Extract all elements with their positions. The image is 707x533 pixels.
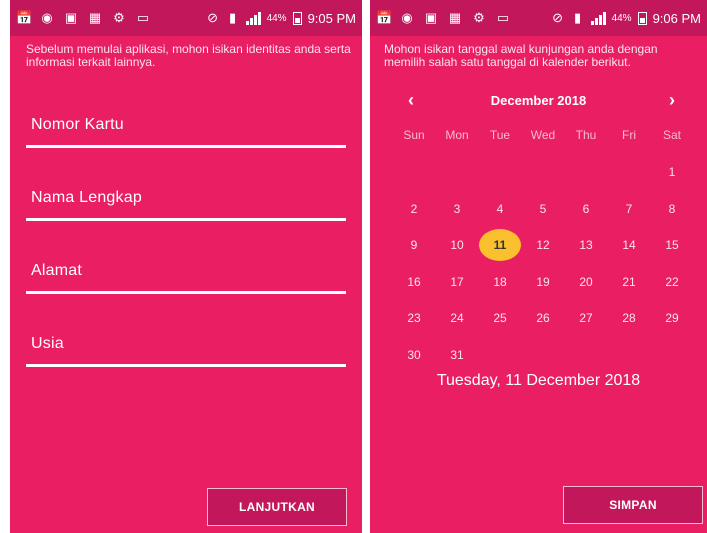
calendar-day[interactable]: 19	[523, 272, 563, 292]
field-underline	[26, 291, 346, 294]
mute-icon: ⊘	[207, 10, 219, 25]
field-underline	[26, 218, 346, 221]
battery-icon	[292, 11, 302, 25]
calendar-day[interactable]: 20	[566, 272, 606, 292]
settings-icon: ⚙	[113, 10, 125, 25]
field-label: Usia	[31, 335, 64, 352]
continue-button[interactable]: LANJUTKAN	[207, 488, 347, 526]
battery-percent: 44%	[611, 12, 632, 24]
calendar-day[interactable]: 24	[437, 308, 477, 328]
card-number-field[interactable]: Nomor Kartu	[26, 116, 346, 148]
status-bar: 📅 ◉ ▣ ▦ ⚙ ▭ ⊘ ▮ 44% 9:06 PM	[370, 0, 707, 36]
calendar-day[interactable]: 4	[480, 199, 520, 219]
image-icon: ▣	[64, 10, 78, 25]
calendar-header: ‹ December 2018 ›	[370, 88, 707, 112]
save-button[interactable]: SIMPAN	[563, 486, 703, 524]
calendar-day[interactable]: 13	[566, 235, 606, 255]
clock: 9:05 PM	[307, 10, 356, 26]
mute-icon: ⊘	[552, 10, 564, 25]
field-underline	[26, 145, 346, 148]
calendar-day[interactable]: 25	[480, 308, 520, 328]
chat-icon: ◉	[401, 10, 413, 25]
calendar-day[interactable]: 21	[609, 272, 649, 292]
calendar-icon: 📅	[16, 10, 33, 25]
calendar-icon: 📅	[376, 10, 393, 25]
signal-icon	[245, 11, 261, 25]
weekday-label: Tue	[489, 128, 511, 142]
intro-text: Mohon isikan tanggal awal kunjungan anda…	[384, 42, 658, 69]
weekday-label: Thu	[575, 128, 597, 142]
calendar-day[interactable]: 22	[652, 272, 692, 292]
chevron-right-icon[interactable]: ›	[669, 90, 675, 111]
calendar-day[interactable]: 16	[394, 272, 434, 292]
photo-icon: ▦	[448, 10, 462, 25]
age-field[interactable]: Usia	[26, 335, 346, 367]
nfc-icon: ▭	[496, 10, 510, 25]
clock: 9:06 PM	[652, 10, 701, 26]
battery-percent: 44%	[266, 12, 287, 24]
calendar-day[interactable]: 28	[609, 308, 649, 328]
selected-day[interactable]: 11	[479, 229, 521, 261]
selected-date-text: Tuesday, 11 December 2018	[436, 372, 641, 389]
calendar-day[interactable]: 18	[480, 272, 520, 292]
calendar-day[interactable]: 29	[652, 308, 692, 328]
calendar-day[interactable]: 27	[566, 308, 606, 328]
calendar-screen: 📅 ◉ ▣ ▦ ⚙ ▭ ⊘ ▮ 44% 9:06 PM Mohon isikan…	[370, 0, 707, 533]
calendar-day[interactable]: 30	[394, 345, 434, 365]
calendar-day[interactable]: 9	[394, 235, 434, 255]
calendar-day[interactable]: 7	[609, 199, 649, 219]
calendar-day[interactable]: 1	[652, 162, 692, 182]
intro-text: Sebelum memulai aplikasi, mohon isikan i…	[26, 42, 351, 69]
calendar-day[interactable]: 31	[437, 345, 477, 365]
nfc-icon: ▭	[136, 10, 150, 25]
weekday-label: Fri	[622, 128, 636, 142]
battery-icon	[637, 11, 647, 25]
calendar-day[interactable]: 12	[523, 235, 563, 255]
calendar-day[interactable]: 14	[609, 235, 649, 255]
calendar-day[interactable]: 6	[566, 199, 606, 219]
calendar-day[interactable]: 15	[652, 235, 692, 255]
calendar-day[interactable]: 17	[437, 272, 477, 292]
month-label: December 2018	[490, 93, 587, 108]
weekday-label: Mon	[445, 128, 469, 142]
sim-icon: ▮	[228, 10, 237, 25]
signal-icon	[590, 11, 606, 25]
settings-icon: ⚙	[473, 10, 485, 25]
calendar-day[interactable]: 5	[523, 199, 563, 219]
image-icon: ▣	[424, 10, 438, 25]
sim-icon: ▮	[573, 10, 582, 25]
weekday-label: Sun	[403, 128, 425, 142]
field-label: Nomor Kartu	[31, 116, 124, 133]
calendar-day[interactable]: 8	[652, 199, 692, 219]
field-label: Nama Lengkap	[31, 189, 142, 206]
calendar-day[interactable]: 10	[437, 235, 477, 255]
calendar-day[interactable]: 23	[394, 308, 434, 328]
full-name-field[interactable]: Nama Lengkap	[26, 189, 346, 221]
calendar-day[interactable]: 2	[394, 199, 434, 219]
calendar-day[interactable]: 3	[437, 199, 477, 219]
calendar-day[interactable]: 26	[523, 308, 563, 328]
chat-icon: ◉	[41, 10, 53, 25]
status-bar: 📅 ◉ ▣ ▦ ⚙ ▭ ⊘ ▮ 44% 9:05 PM	[10, 0, 362, 36]
address-field[interactable]: Alamat	[26, 262, 346, 294]
field-label: Alamat	[31, 262, 82, 279]
field-underline	[26, 364, 346, 367]
form-screen: 📅 ◉ ▣ ▦ ⚙ ▭ ⊘ ▮ 44% 9:05 PM Sebelum memu…	[10, 0, 362, 533]
photo-icon: ▦	[88, 10, 102, 25]
weekday-label: Sat	[662, 128, 681, 142]
weekday-label: Wed	[530, 128, 556, 142]
